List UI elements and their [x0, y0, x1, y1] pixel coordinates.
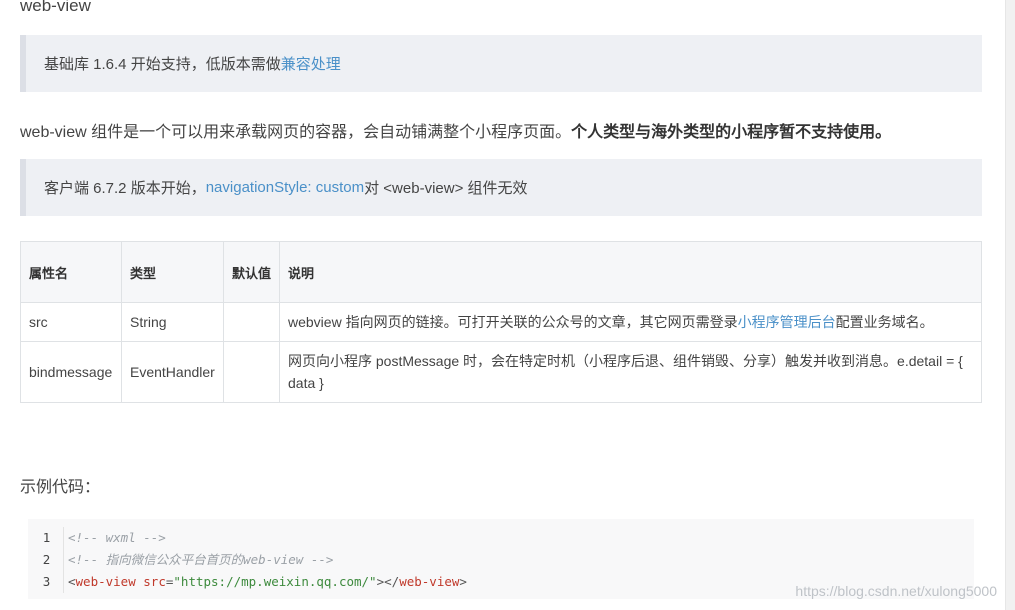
- cell-type: EventHandler: [121, 341, 224, 403]
- code-comment: <!-- wxml -->: [68, 530, 166, 545]
- line-number: 2: [42, 552, 51, 567]
- cell-desc-prefix: webview 指向网页的链接。可打开关联的公众号的文章，其它网页需登录: [288, 314, 738, 330]
- code-tag: web-view: [75, 574, 136, 589]
- code-string: "https://mp.weixin.qq.com/": [173, 574, 377, 589]
- watermark: https://blog.csdn.net/xulong5000: [795, 583, 997, 599]
- description-bold: 个人类型与海外类型的小程序暂不支持使用。: [571, 124, 892, 141]
- example-label: 示例代码：: [20, 479, 101, 496]
- line-number: 1: [42, 530, 51, 545]
- code-line: <web-view src="https://mp.weixin.qq.com/…: [68, 571, 467, 593]
- cell-name: bindmessage: [20, 341, 122, 403]
- code-punct: </: [384, 574, 400, 589]
- code-attr: src: [143, 574, 166, 589]
- compat-link[interactable]: 兼容处理: [281, 53, 341, 74]
- code-punct: <: [68, 574, 76, 589]
- line-number: 3: [42, 574, 51, 589]
- table-row: src String webview 指向网页的链接。可打开关联的公众号的文章，…: [20, 302, 982, 342]
- cell-name: src: [20, 302, 122, 342]
- header-default: 默认值: [223, 241, 280, 303]
- cell-desc: 网页向小程序 postMessage 时，会在特定时机（小程序后退、组件销毁、分…: [279, 341, 982, 403]
- client-tip: 客户端 6.7.2 版本开始， navigationStyle: custom 对…: [20, 159, 982, 216]
- cell-desc-suffix: 配置业务域名。: [835, 314, 934, 330]
- client-tip-prefix: 客户端 6.7.2 版本开始，: [44, 180, 206, 197]
- table-header-row: 属性名 类型 默认值 说明: [20, 241, 982, 303]
- description-text: web-view 组件是一个可以用来承载网页的容器，会自动铺满整个小程序页面。: [20, 124, 572, 141]
- header-type: 类型: [121, 241, 224, 303]
- line-number-gutter: 1 2 3: [28, 527, 64, 593]
- support-tip: 基础库 1.6.4 开始支持，低版本需做 兼容处理: [20, 35, 982, 92]
- page-scrollbar[interactable]: [1005, 0, 1015, 610]
- cell-type: String: [121, 302, 224, 342]
- doc-page: web-view 基础库 1.6.4 开始支持，低版本需做 兼容处理 web-vi…: [0, 0, 1005, 610]
- header-name: 属性名: [20, 241, 122, 303]
- cell-desc: webview 指向网页的链接。可打开关联的公众号的文章，其它网页需登录小程序管…: [279, 302, 982, 342]
- client-tip-suffix: 对 <web-view> 组件无效: [364, 180, 528, 197]
- component-description: web-view 组件是一个可以用来承载网页的容器，会自动铺满整个小程序页面。个…: [20, 118, 891, 142]
- header-desc: 说明: [279, 241, 982, 303]
- code-punct: >: [376, 574, 385, 589]
- code-tag: web-view: [399, 574, 460, 589]
- attributes-table: 属性名 类型 默认值 说明 src String webview 指向网页的链接…: [20, 241, 982, 403]
- cell-default: [223, 341, 280, 403]
- code-comment: <!-- 指向微信公众平台首页的web-view -->: [68, 552, 334, 567]
- navigation-style-link[interactable]: navigationStyle: custom: [206, 179, 364, 196]
- mp-admin-link[interactable]: 小程序管理后台: [738, 314, 836, 330]
- support-tip-text: 基础库 1.6.4 开始支持，低版本需做: [44, 56, 281, 73]
- table-row: bindmessage EventHandler 网页向小程序 postMess…: [20, 341, 982, 403]
- code-lines: <!-- wxml --> <!-- 指向微信公众平台首页的web-view -…: [68, 527, 467, 593]
- page-title: web-view: [20, 0, 91, 15]
- cell-default: [223, 302, 280, 342]
- code-punct: >: [459, 574, 467, 589]
